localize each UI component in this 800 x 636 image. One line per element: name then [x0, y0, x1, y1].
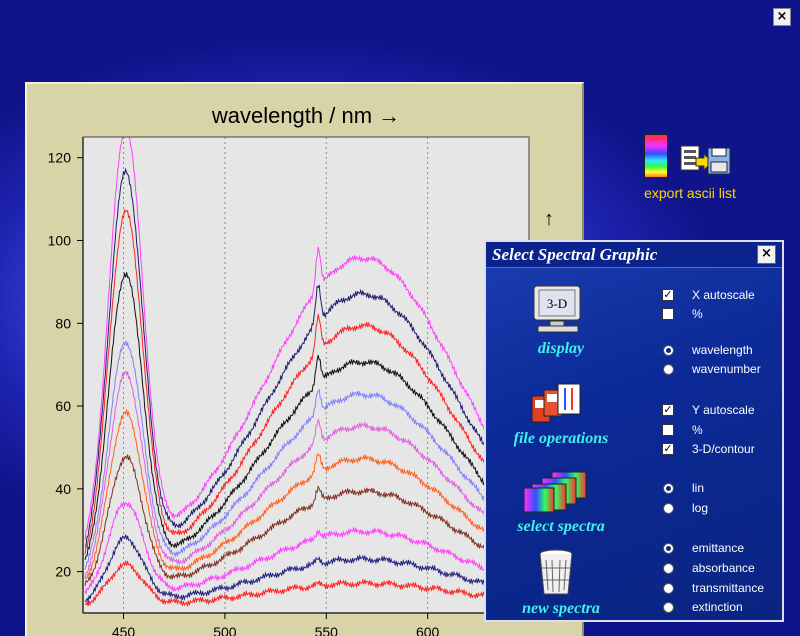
- files-icon: [531, 383, 581, 423]
- window-close-button[interactable]: ×: [773, 8, 791, 26]
- dialog-title: Select Spectral Graphic: [492, 245, 658, 264]
- export-label[interactable]: export ascii list: [620, 185, 760, 201]
- radio-wavelength[interactable]: [663, 345, 674, 356]
- chart-title: wavelength / nm →: [211, 103, 400, 128]
- emittance-label: emittance: [692, 541, 745, 555]
- y-tick-label: 20: [55, 564, 71, 580]
- transmittance-label: transmittance: [692, 581, 765, 595]
- extinction-label: extinction: [692, 600, 743, 614]
- trash-bin-icon: [539, 549, 573, 595]
- y-tick-label: 40: [55, 481, 71, 497]
- radio-absorbance[interactable]: [663, 563, 674, 574]
- spectrum-icon[interactable]: [644, 134, 668, 178]
- radio-log[interactable]: [663, 503, 674, 514]
- select-spectra-label[interactable]: select spectra: [486, 518, 636, 536]
- contour-label: 3-D/contour: [692, 442, 755, 456]
- y-autoscale-label: Y autoscale: [692, 403, 755, 417]
- radio-lin[interactable]: [663, 483, 674, 494]
- log-label: log: [692, 501, 709, 515]
- svg-text:3-D: 3-D: [547, 296, 567, 311]
- x-autoscale-label: X autoscale: [692, 288, 755, 302]
- x-tick-label: 500: [213, 624, 237, 636]
- checkbox-y-autoscale[interactable]: ✓: [662, 404, 674, 416]
- x-tick-label: 600: [416, 624, 440, 636]
- checkbox-x-percent[interactable]: [662, 308, 674, 320]
- file-operations-button[interactable]: file operations: [486, 380, 656, 450]
- display-button[interactable]: 3-D display: [486, 278, 656, 362]
- y-tick-label: 80: [55, 315, 71, 331]
- y-percent-label: %: [692, 423, 703, 437]
- y-tick-label: 120: [48, 150, 72, 166]
- select-spectral-graphic-dialog: Select Spectral Graphic × 3-D display fi…: [484, 240, 784, 622]
- spectra-stack-icon: [523, 471, 587, 513]
- checkbox-x-autoscale[interactable]: ✓: [662, 289, 674, 301]
- radio-emittance[interactable]: [663, 543, 674, 554]
- x-tick-label: 450: [112, 624, 136, 636]
- export-ascii-button[interactable]: export ascii list: [620, 132, 760, 212]
- file-operations-label[interactable]: file operations: [486, 430, 636, 448]
- new-spectra-button[interactable]: new spectra: [486, 548, 656, 622]
- checkbox-contour[interactable]: ✓: [662, 443, 674, 455]
- lin-label: lin: [692, 481, 705, 495]
- radio-wavenumber[interactable]: [663, 364, 674, 375]
- wavenumber-label: wavenumber: [692, 362, 761, 376]
- select-spectra-button[interactable]: select spectra: [486, 468, 656, 538]
- x-tick-label: 550: [315, 624, 339, 636]
- y-tick-label: 100: [48, 232, 72, 248]
- display-label[interactable]: display: [486, 340, 636, 358]
- new-spectra-label[interactable]: new spectra: [486, 600, 636, 618]
- x-percent-label: %: [692, 307, 703, 321]
- y-tick-label: 60: [55, 398, 71, 414]
- checkbox-y-percent[interactable]: [662, 424, 674, 436]
- monitor-3d-icon: 3-D: [533, 285, 581, 333]
- dialog-close-button[interactable]: ×: [757, 245, 776, 264]
- dialog-title-bar[interactable]: Select Spectral Graphic ×: [486, 242, 782, 268]
- y-axis-arrow: ↑: [544, 208, 554, 230]
- save-icon[interactable]: [680, 144, 732, 178]
- radio-extinction[interactable]: [663, 602, 674, 613]
- wavelength-label: wavelength: [692, 343, 753, 357]
- absorbance-label: absorbance: [692, 561, 755, 575]
- radio-transmittance[interactable]: [663, 583, 674, 594]
